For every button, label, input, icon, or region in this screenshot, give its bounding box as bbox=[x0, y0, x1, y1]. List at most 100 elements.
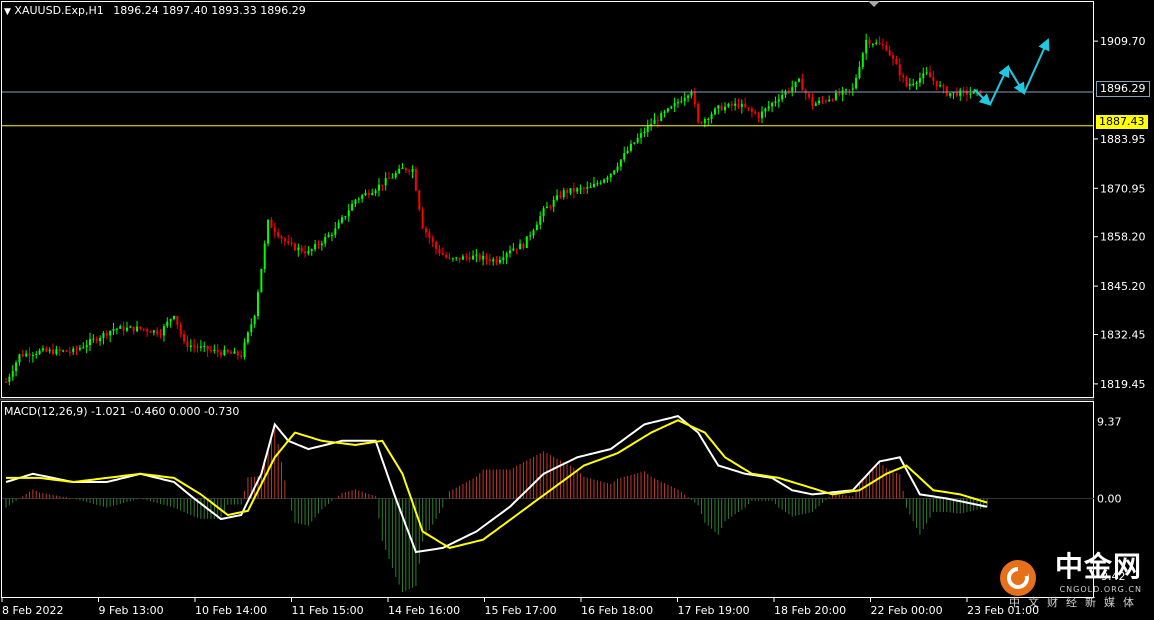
candle bbox=[253, 314, 256, 328]
candle-body bbox=[404, 168, 407, 171]
candle-body bbox=[381, 184, 384, 186]
candle bbox=[398, 164, 401, 175]
candle bbox=[660, 111, 663, 122]
candle-body bbox=[710, 114, 713, 119]
candle bbox=[347, 203, 350, 222]
forecast-arrow[interactable] bbox=[1023, 38, 1050, 94]
chart-shift-marker[interactable] bbox=[868, 1, 880, 7]
candle-body bbox=[744, 103, 747, 108]
candle-body bbox=[199, 346, 202, 348]
candle bbox=[754, 109, 757, 115]
time-axis: 8 Feb 2022 9 Feb 13:00 10 Feb 14:00 11 Feb … bbox=[1, 598, 1039, 617]
candle-body bbox=[58, 349, 61, 351]
candle bbox=[129, 325, 132, 328]
candle-body bbox=[918, 78, 921, 83]
candle-body bbox=[445, 254, 448, 258]
candle bbox=[112, 322, 115, 335]
candle bbox=[438, 244, 441, 257]
candle bbox=[475, 249, 478, 263]
candle bbox=[183, 330, 186, 345]
candle-body bbox=[542, 208, 545, 217]
candle-body bbox=[845, 89, 847, 91]
candle-body bbox=[324, 236, 327, 244]
candle-body bbox=[582, 188, 585, 190]
candle-body bbox=[535, 224, 538, 231]
candle-body bbox=[176, 315, 179, 325]
candle bbox=[337, 219, 340, 229]
candle-body bbox=[895, 58, 898, 65]
forecast-arrow[interactable] bbox=[989, 64, 1010, 105]
candle-body bbox=[509, 250, 511, 254]
time-tick-label: 16 Feb 18:00 bbox=[581, 604, 653, 617]
candle bbox=[515, 248, 518, 255]
candle-body bbox=[905, 77, 908, 86]
candle bbox=[965, 86, 968, 102]
candle-body bbox=[263, 243, 266, 269]
macd-tick-label: 9.37 bbox=[1097, 415, 1122, 428]
candle bbox=[683, 92, 686, 106]
candle-body bbox=[935, 80, 938, 87]
candle-body bbox=[482, 255, 485, 260]
candle bbox=[55, 345, 58, 356]
candle bbox=[717, 104, 720, 115]
candle-body bbox=[213, 349, 216, 351]
candle bbox=[734, 98, 737, 111]
candle-body bbox=[861, 53, 864, 68]
candle-body bbox=[102, 332, 105, 338]
candle-body bbox=[48, 349, 51, 352]
candle bbox=[895, 55, 898, 65]
candle bbox=[186, 335, 189, 352]
candle-body bbox=[290, 242, 293, 244]
candle bbox=[293, 242, 296, 252]
candle-body bbox=[18, 354, 21, 363]
time-tick-label: 14 Feb 16:00 bbox=[388, 604, 460, 617]
candle bbox=[690, 89, 693, 99]
candle-body bbox=[189, 345, 192, 347]
collapse-triangle-icon[interactable]: ▼ bbox=[4, 7, 11, 17]
candle bbox=[801, 73, 804, 91]
candle-body bbox=[539, 216, 542, 225]
candle-body bbox=[173, 315, 175, 320]
candle bbox=[388, 171, 391, 179]
candle-body bbox=[253, 315, 256, 325]
forecast-arrow[interactable] bbox=[1007, 66, 1026, 95]
candle bbox=[72, 346, 75, 355]
candle bbox=[223, 345, 226, 357]
candle bbox=[663, 109, 666, 118]
candle bbox=[828, 95, 831, 103]
candle bbox=[381, 184, 384, 192]
candle bbox=[519, 239, 522, 250]
candle bbox=[226, 348, 229, 354]
candle bbox=[65, 349, 68, 353]
candle-body bbox=[243, 342, 246, 357]
candle-body bbox=[687, 95, 690, 98]
candle bbox=[327, 232, 330, 238]
time-tick-label: 9 Feb 13:00 bbox=[99, 604, 164, 617]
candle-body bbox=[623, 153, 626, 160]
candle bbox=[41, 345, 44, 352]
candle bbox=[290, 237, 293, 247]
candle bbox=[354, 198, 357, 208]
candle-body bbox=[193, 345, 196, 347]
candle bbox=[952, 91, 955, 100]
candle bbox=[646, 119, 649, 137]
candle-body bbox=[109, 330, 112, 336]
candle bbox=[727, 102, 730, 108]
candle bbox=[892, 52, 895, 66]
candle-body bbox=[589, 186, 592, 188]
candle-body bbox=[498, 259, 501, 263]
candle-body bbox=[55, 349, 58, 354]
candle bbox=[431, 235, 434, 248]
candle-body bbox=[139, 326, 142, 329]
candle-body bbox=[468, 257, 471, 260]
candle-body bbox=[969, 93, 972, 95]
candle-body bbox=[495, 259, 498, 263]
candle bbox=[713, 107, 716, 116]
candle bbox=[885, 41, 888, 52]
candle-body bbox=[616, 166, 619, 171]
candle-body bbox=[888, 50, 891, 56]
candle bbox=[364, 189, 367, 196]
candle bbox=[505, 251, 508, 265]
current-price-tag: 1896.29 bbox=[1096, 81, 1150, 97]
candle-body bbox=[586, 187, 589, 189]
